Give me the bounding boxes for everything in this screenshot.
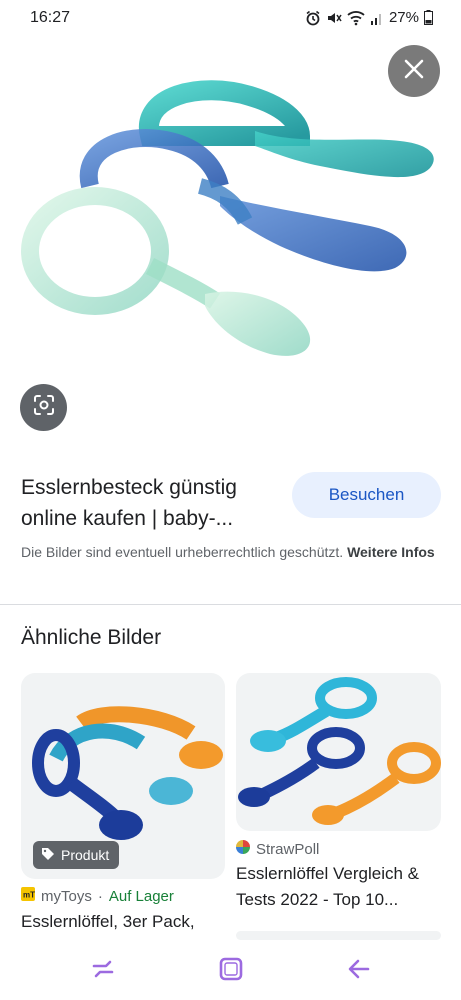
- strawpoll-logo-icon: [236, 840, 250, 858]
- status-time: 16:27: [30, 9, 71, 26]
- tag-icon: [41, 847, 55, 864]
- back-button[interactable]: [344, 956, 374, 986]
- similar-card-1[interactable]: Produkt mT myToys · Auf Lager Esslernlöf…: [21, 673, 225, 940]
- status-bar: 16:27 27%: [0, 0, 461, 36]
- spoons-image: [21, 80, 434, 356]
- similar-images-heading: Ähnliche Bilder: [21, 626, 162, 649]
- badge-label: Produkt: [61, 847, 110, 863]
- alarm-icon: [305, 10, 321, 26]
- result-title[interactable]: Esslernbesteck günstig online kaufen | b…: [21, 472, 281, 534]
- home-icon: [218, 956, 244, 987]
- visit-button[interactable]: Besuchen: [292, 472, 441, 518]
- hero-image[interactable]: [0, 36, 461, 456]
- card-title-2[interactable]: Esslernlöffel Vergleich & Tests 2022 - T…: [236, 861, 441, 913]
- recent-apps-button[interactable]: [88, 956, 118, 986]
- battery-icon: [424, 10, 433, 25]
- card-source-2: StrawPoll: [236, 840, 319, 858]
- source-separator: ·: [97, 887, 103, 905]
- card-source-1: mT myToys · Auf Lager: [21, 887, 174, 905]
- home-button[interactable]: [216, 956, 246, 986]
- status-icons: 27%: [305, 9, 433, 26]
- lens-button[interactable]: [20, 384, 67, 431]
- stock-status: Auf Lager: [108, 887, 174, 905]
- navigation-bar: [0, 940, 461, 1000]
- card-image-1[interactable]: Produkt: [21, 673, 225, 879]
- recent-apps-icon: [90, 956, 116, 987]
- close-button[interactable]: [388, 45, 440, 97]
- source-name: myToys: [41, 887, 92, 905]
- card-title-1[interactable]: Esslernlöffel, 3er Pack,: [21, 909, 225, 935]
- copyright-notice: Die Bilder sind eventuell urheberrechtli…: [21, 541, 441, 563]
- wifi-icon: [347, 10, 365, 26]
- back-icon: [346, 956, 372, 987]
- close-icon: [403, 58, 425, 85]
- lens-icon: [32, 393, 56, 422]
- mytoys-logo-icon: mT: [21, 887, 35, 905]
- card-image-2[interactable]: [236, 673, 441, 831]
- product-badge: Produkt: [33, 841, 120, 869]
- card-spoons-image-2: [238, 677, 441, 825]
- svg-text:mT: mT: [23, 891, 35, 900]
- card-image-3-peek[interactable]: [236, 931, 441, 940]
- signal-icon: [370, 11, 384, 25]
- mute-icon: [326, 10, 342, 26]
- divider: [0, 604, 461, 605]
- battery-label: 27%: [388, 9, 419, 26]
- copyright-text: Die Bilder sind eventuell urheberrechtli…: [21, 544, 344, 560]
- similar-card-2[interactable]: StrawPoll Esslernlöffel Vergleich & Test…: [236, 673, 441, 940]
- source-name: StrawPoll: [256, 840, 320, 858]
- more-info-link[interactable]: Weitere Infos: [347, 544, 435, 560]
